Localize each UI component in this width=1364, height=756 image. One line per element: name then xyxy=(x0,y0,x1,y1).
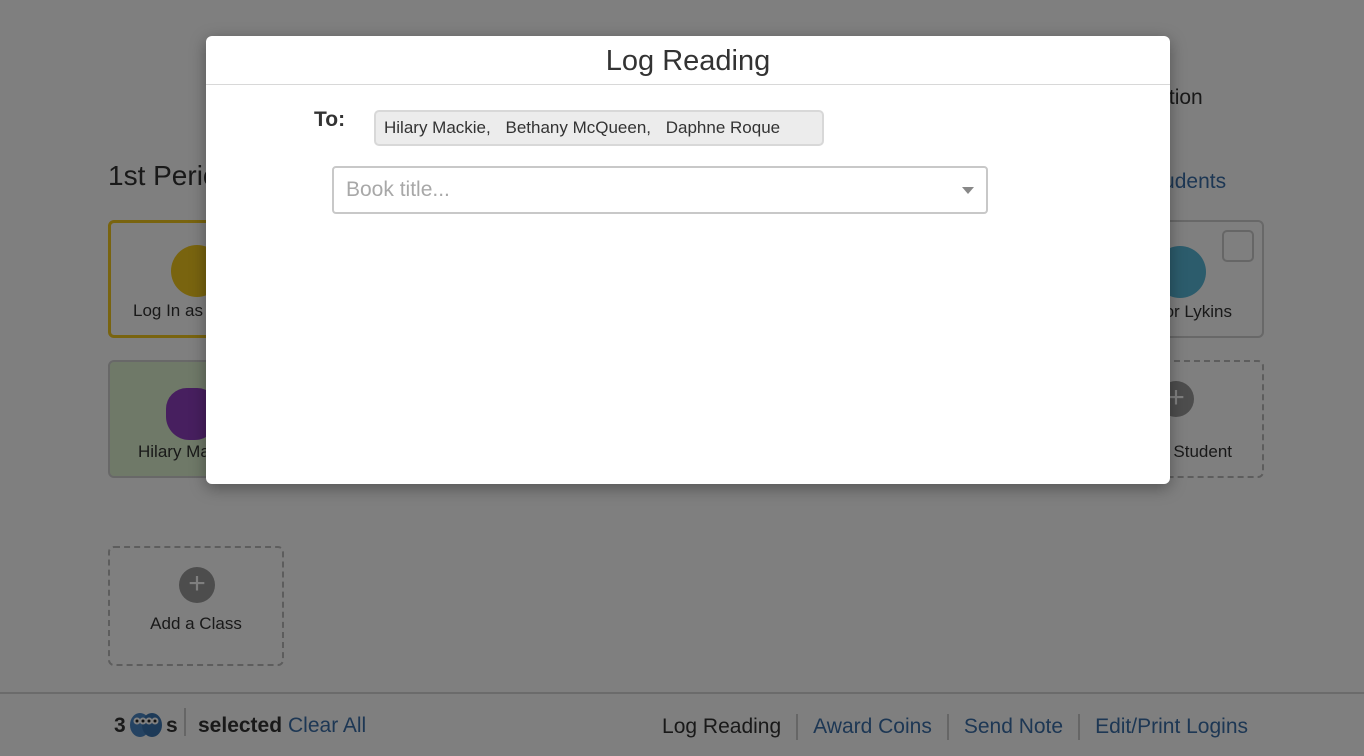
recipient-name: Daphne Roque xyxy=(665,118,781,137)
chevron-down-icon[interactable] xyxy=(962,187,974,194)
log-reading-modal: Log Reading To: Hilary Mackie, Bethany M… xyxy=(206,36,1170,484)
book-title-input[interactable] xyxy=(334,168,986,212)
recipients-field: Hilary Mackie, Bethany McQueen, Daphne R… xyxy=(374,110,824,146)
recipient-name: Hilary Mackie, xyxy=(384,118,491,137)
modal-title: Log Reading xyxy=(206,36,1170,85)
book-title-select[interactable] xyxy=(332,166,988,214)
to-label: To: xyxy=(314,108,346,131)
recipient-name: Bethany McQueen, xyxy=(505,118,652,137)
